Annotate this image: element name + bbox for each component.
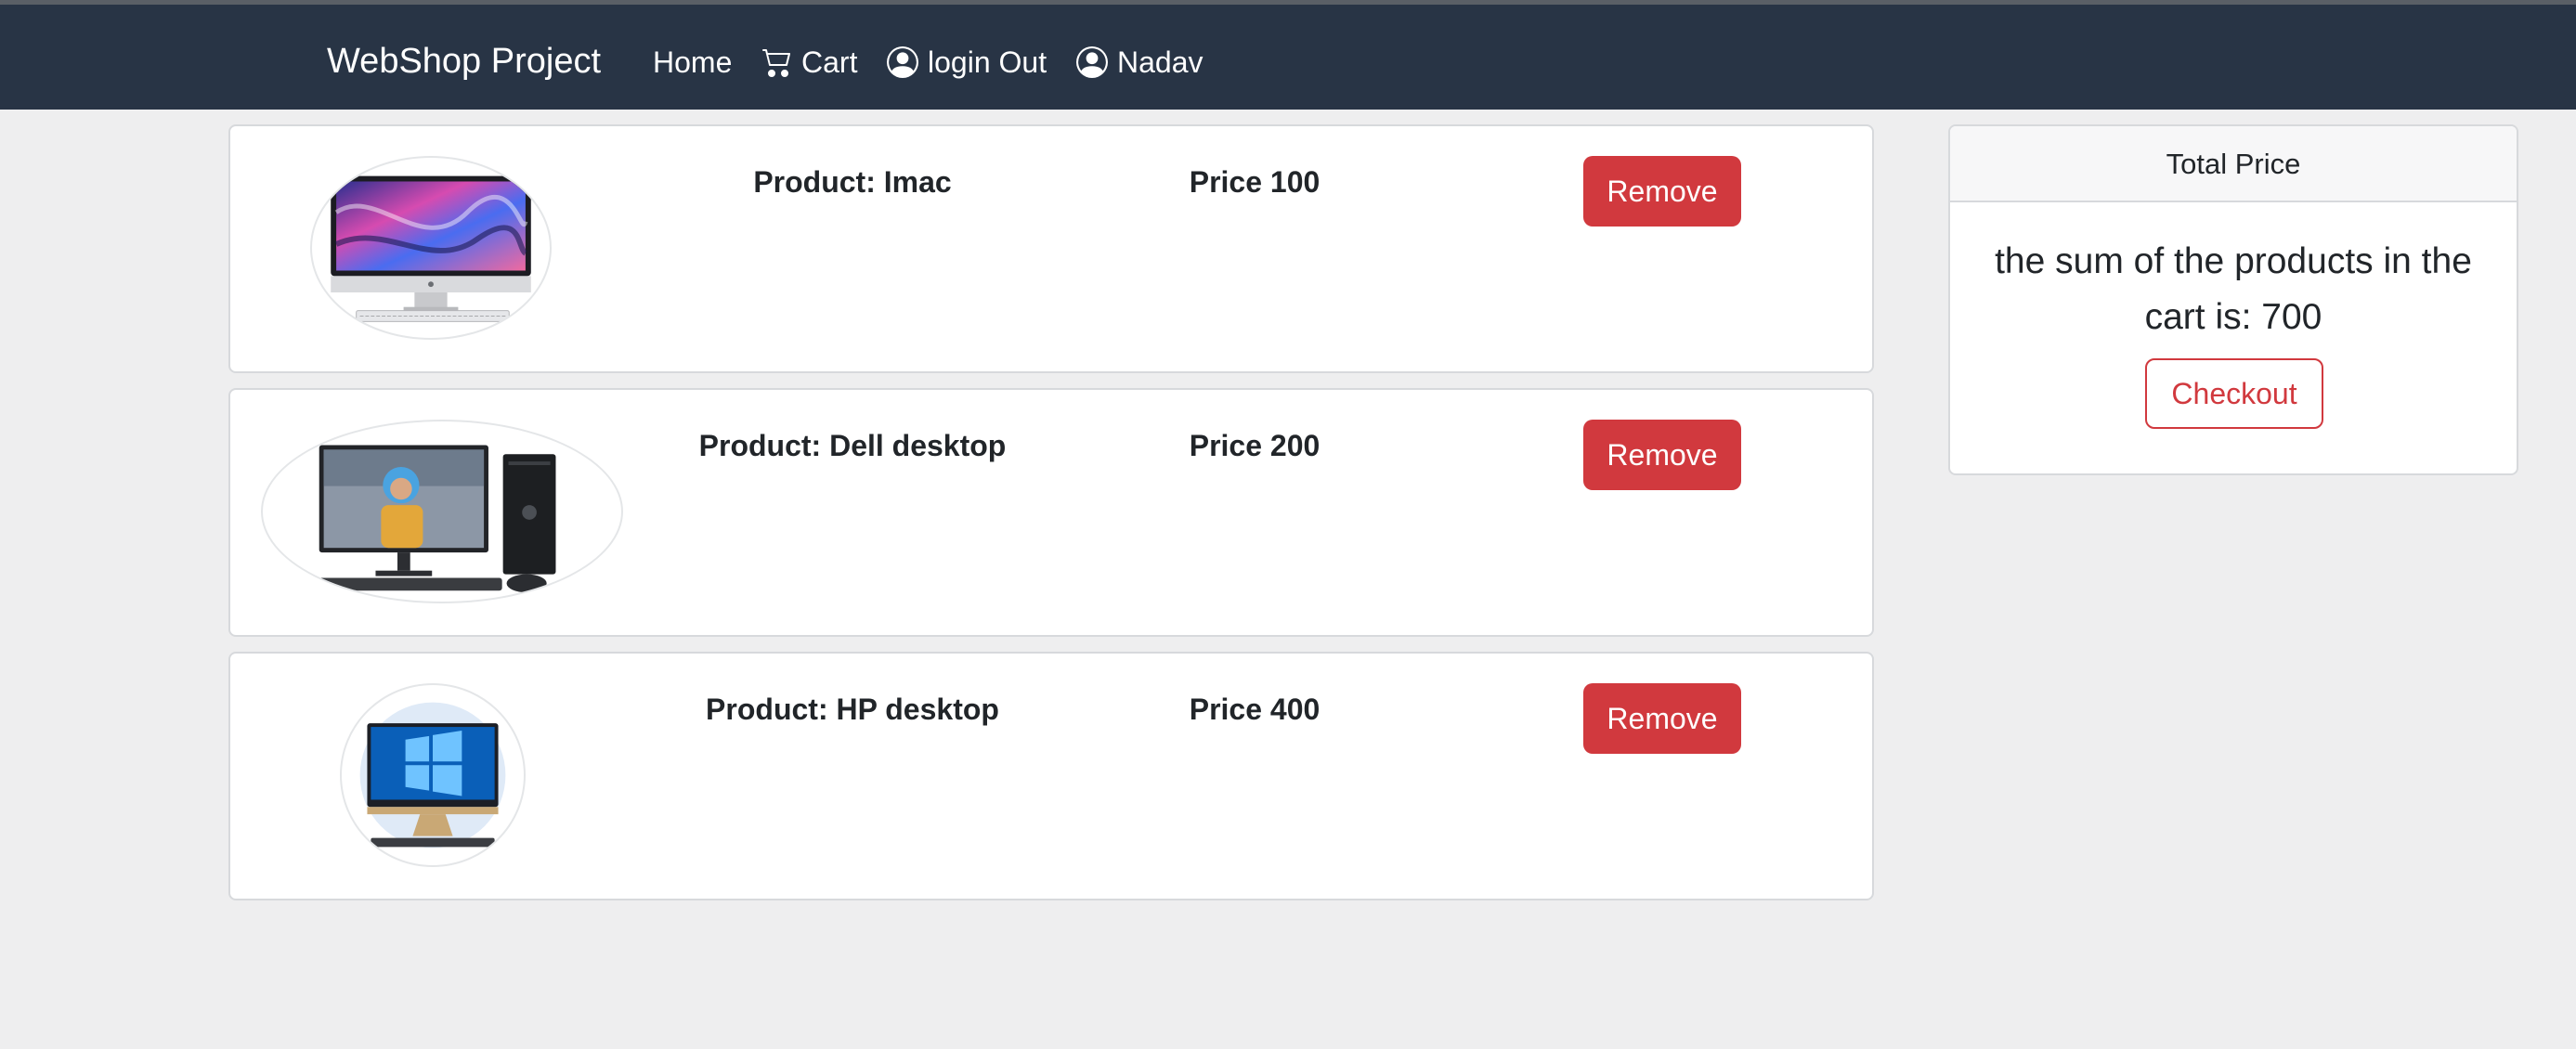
- product-price: Price 100: [1189, 165, 1321, 199]
- checkout-button[interactable]: Checkout: [2145, 358, 2323, 429]
- product-name: Product: HP desktop: [706, 693, 999, 726]
- product-price: Price 400: [1189, 693, 1321, 726]
- total-price-header: Total Price: [1950, 126, 2517, 202]
- nav-cart-label: Cart: [801, 45, 858, 79]
- user-circle-icon: [1076, 46, 1108, 78]
- product-image-imac: [310, 156, 552, 340]
- top-navbar: WebShop Project Home Cart login Out Nada…: [0, 5, 2576, 110]
- product-image-hp-desktop: [340, 683, 526, 867]
- brand-link[interactable]: WebShop Project: [327, 38, 601, 84]
- nav-logout-link[interactable]: login Out: [887, 40, 1047, 84]
- remove-button[interactable]: Remove: [1583, 683, 1741, 754]
- cart-item: Product: Imac Price 100 Remove: [228, 124, 1874, 373]
- nav-user-link[interactable]: Nadav: [1076, 40, 1203, 84]
- remove-button[interactable]: Remove: [1583, 156, 1741, 227]
- product-price: Price 200: [1189, 429, 1321, 462]
- nav-cart-link[interactable]: Cart: [762, 40, 857, 84]
- product-name: Product: Imac: [753, 165, 952, 199]
- total-price-text: the sum of the products in the cart is: …: [1995, 241, 2472, 337]
- cart-item: Product: Dell desktop Price 200 Remove: [228, 388, 1874, 637]
- nav-user-label: Nadav: [1117, 45, 1203, 79]
- product-image-dell-desktop: [261, 420, 623, 603]
- nav-home-label: Home: [653, 45, 733, 79]
- nav-home-link[interactable]: Home: [653, 40, 732, 84]
- remove-button[interactable]: Remove: [1583, 420, 1741, 490]
- user-circle-icon: [887, 46, 918, 78]
- total-price-card: Total Price the sum of the products in t…: [1948, 124, 2518, 475]
- cart-icon: [762, 47, 792, 77]
- cart-item: Product: HP desktop Price 400 Remove: [228, 652, 1874, 900]
- nav-logout-label: login Out: [928, 45, 1047, 79]
- product-name: Product: Dell desktop: [698, 429, 1007, 462]
